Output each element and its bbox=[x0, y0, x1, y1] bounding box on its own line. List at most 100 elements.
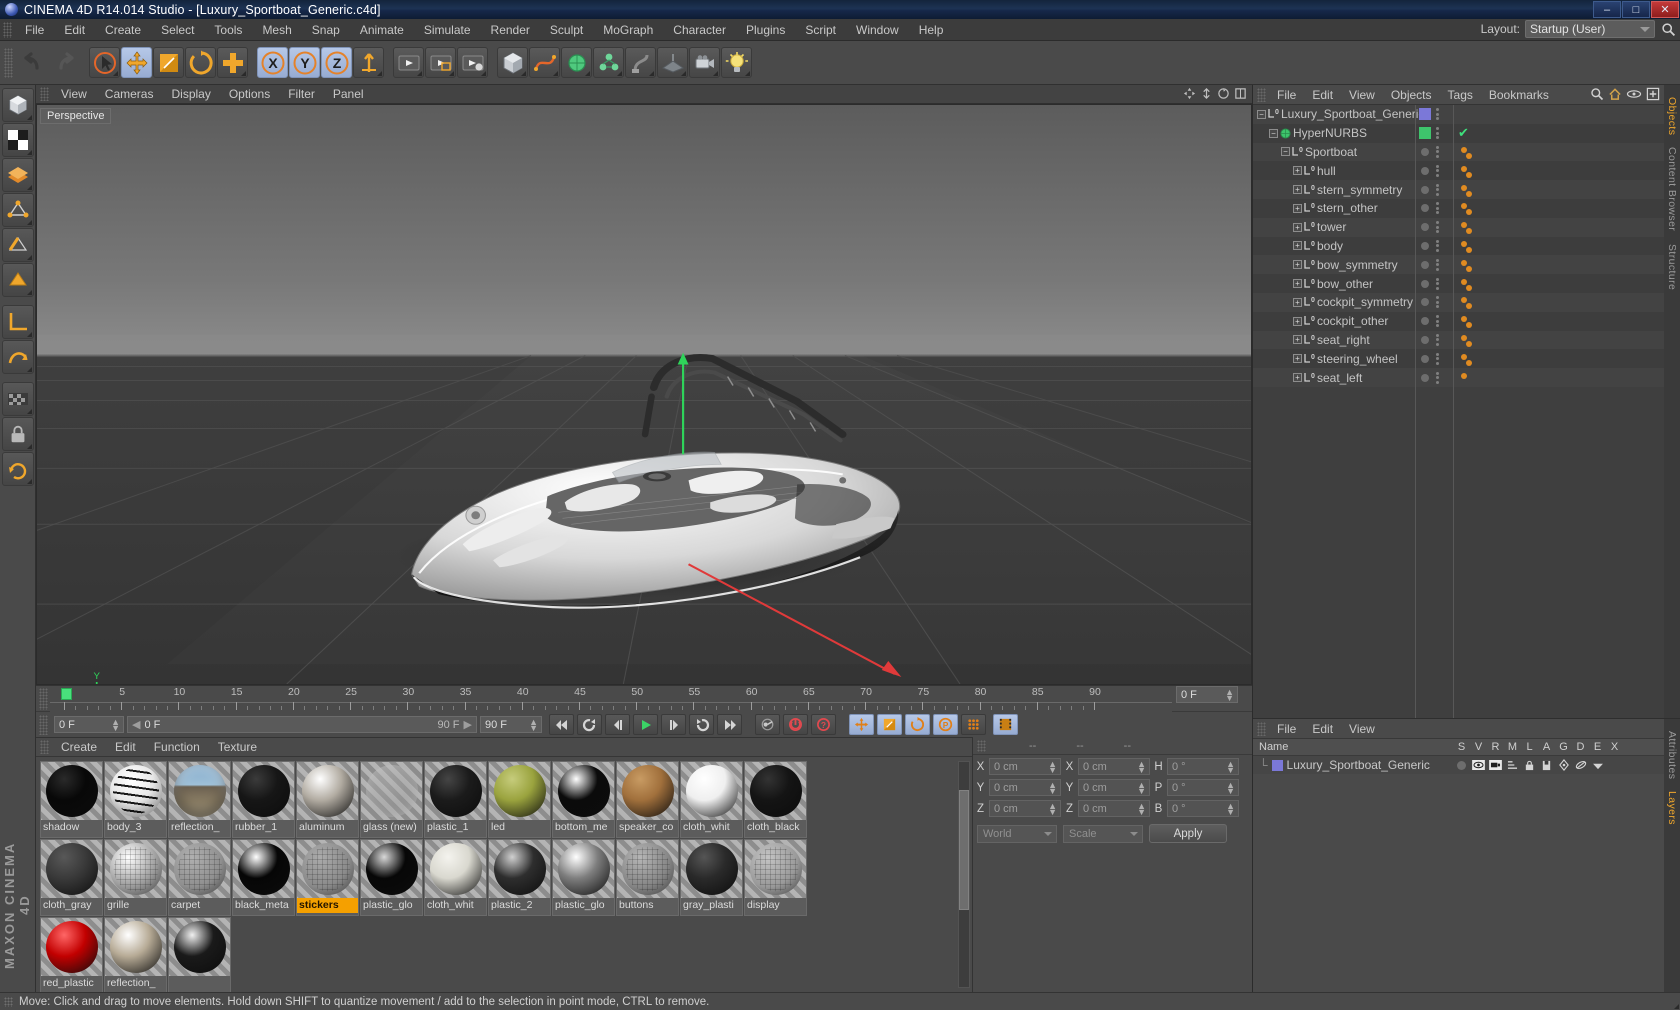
object-row[interactable]: + 0 hull bbox=[1253, 161, 1664, 181]
add-bend-button[interactable] bbox=[625, 47, 656, 78]
material-preview[interactable] bbox=[617, 840, 678, 898]
viewport-menu-display[interactable]: Display bbox=[162, 85, 219, 104]
size-field[interactable]: 0 cm ▲ ▼ bbox=[1078, 758, 1150, 775]
home-icon[interactable] bbox=[1608, 87, 1622, 101]
material-item[interactable]: cloth_whit bbox=[424, 839, 487, 916]
object-tags[interactable] bbox=[1461, 218, 1477, 236]
material-preview[interactable] bbox=[681, 762, 742, 820]
material-item[interactable]: bottom_me bbox=[552, 761, 615, 838]
rotation-field[interactable]: 0 ° ▲ ▼ bbox=[1167, 779, 1239, 796]
move-tool[interactable] bbox=[121, 47, 152, 78]
material-item[interactable]: plastic_2 bbox=[488, 839, 551, 916]
quantize-button[interactable] bbox=[2, 452, 34, 486]
viewport-solo-button[interactable] bbox=[2, 382, 34, 416]
x-axis-lock-button[interactable]: X bbox=[257, 47, 288, 78]
add-light-button[interactable] bbox=[721, 47, 752, 78]
material-tag-icon[interactable] bbox=[1466, 340, 1472, 347]
material-tag-icon[interactable] bbox=[1461, 372, 1467, 379]
step-back-button[interactable] bbox=[605, 714, 630, 735]
material-tag-icon[interactable] bbox=[1466, 322, 1472, 329]
object-dot-column[interactable] bbox=[1436, 296, 1439, 309]
object-row[interactable]: − 0 Sportboat bbox=[1253, 142, 1664, 162]
object-menu-grip[interactable] bbox=[1257, 87, 1266, 102]
material-preview[interactable] bbox=[553, 762, 614, 820]
viewport-menu-view[interactable]: View bbox=[52, 85, 96, 104]
object-tags[interactable] bbox=[1461, 199, 1477, 217]
object-enabled-checkmark[interactable]: ✔ bbox=[1458, 126, 1469, 139]
material-preview[interactable] bbox=[745, 762, 806, 820]
live-selection-tool[interactable] bbox=[89, 47, 120, 78]
tree-expander[interactable]: + bbox=[1293, 335, 1302, 345]
record-active-objects-button[interactable] bbox=[755, 714, 780, 735]
object-visibility-dot[interactable] bbox=[1421, 241, 1429, 250]
spinner-icon[interactable]: ▲ ▼ bbox=[1225, 688, 1234, 703]
tab-objects[interactable]: Objects bbox=[1665, 91, 1679, 141]
material-item[interactable]: carpet bbox=[168, 839, 231, 916]
material-item[interactable]: rubber_1 bbox=[232, 761, 295, 838]
object-dot-column[interactable] bbox=[1436, 333, 1439, 346]
object-tags[interactable] bbox=[1461, 181, 1477, 199]
menu-window[interactable]: Window bbox=[846, 19, 909, 41]
material-item[interactable]: plastic_glo bbox=[552, 839, 615, 916]
material-tag-icon[interactable] bbox=[1461, 316, 1467, 323]
add-tool-button[interactable] bbox=[217, 47, 248, 78]
object-dot-column[interactable] bbox=[1436, 352, 1439, 365]
coordinates-grip[interactable] bbox=[977, 739, 986, 752]
size-field[interactable]: 0 cm ▲ ▼ bbox=[1078, 779, 1150, 796]
texture-mode-button[interactable] bbox=[2, 123, 34, 157]
tree-expander[interactable]: + bbox=[1293, 373, 1302, 383]
frame-spinner-icon[interactable]: ▲ ▼ bbox=[111, 718, 120, 733]
layer-color-swatch[interactable] bbox=[1271, 759, 1283, 771]
menu-character[interactable]: Character bbox=[663, 19, 736, 41]
size-field[interactable]: 0 cm ▲ ▼ bbox=[1078, 800, 1150, 817]
object-dot-column[interactable] bbox=[1436, 239, 1439, 252]
menu-script[interactable]: Script bbox=[795, 19, 846, 41]
material-tag-icon[interactable] bbox=[1466, 265, 1472, 272]
material-preview[interactable] bbox=[105, 918, 166, 976]
workplane-button[interactable] bbox=[2, 305, 34, 339]
material-preview[interactable] bbox=[361, 840, 422, 898]
object-visibility-dot[interactable] bbox=[1421, 204, 1429, 213]
viewport-menu-panel[interactable]: Panel bbox=[324, 85, 373, 104]
object-tags[interactable] bbox=[1461, 312, 1477, 330]
tree-expander[interactable]: + bbox=[1293, 166, 1302, 176]
add-hypernurbs-button[interactable] bbox=[561, 47, 592, 78]
tree-expander[interactable]: + bbox=[1293, 222, 1302, 232]
position-field[interactable]: 0 cm ▲ ▼ bbox=[989, 758, 1061, 775]
object-visibility-dot[interactable] bbox=[1421, 354, 1429, 363]
scale-key-button[interactable] bbox=[877, 714, 902, 735]
layout-select[interactable]: Startup (User) bbox=[1525, 20, 1655, 38]
object-row[interactable]: − 0 Luxury_Sportboat_Generic bbox=[1253, 105, 1664, 124]
render-settings-button[interactable] bbox=[457, 47, 488, 78]
menu-mesh[interactable]: Mesh bbox=[252, 19, 301, 41]
material-scroll-thumb[interactable] bbox=[959, 790, 969, 910]
menu-select[interactable]: Select bbox=[151, 19, 204, 41]
playbar-grip[interactable] bbox=[39, 714, 48, 735]
object-dot-column[interactable] bbox=[1436, 371, 1439, 384]
object-visibility-dot[interactable] bbox=[1421, 260, 1429, 269]
material-menu-grip[interactable] bbox=[40, 740, 49, 754]
object-tags[interactable] bbox=[1461, 237, 1477, 255]
object-row[interactable]: + 0 steering_wheel bbox=[1253, 349, 1664, 369]
menu-plugins[interactable]: Plugins bbox=[736, 19, 795, 41]
menu-snap[interactable]: Snap bbox=[302, 19, 350, 41]
lock-icon-button[interactable] bbox=[2, 417, 34, 451]
solo-toggle[interactable] bbox=[1453, 760, 1470, 770]
timeline-button[interactable] bbox=[993, 714, 1018, 735]
material-tag-icon[interactable] bbox=[1461, 259, 1467, 266]
material-grid[interactable]: shadow body_3 reflection_ rubber_1 alumi… bbox=[36, 757, 972, 992]
material-item[interactable]: speaker_co bbox=[616, 761, 679, 838]
material-menu-edit[interactable]: Edit bbox=[106, 738, 145, 757]
layer-menu-grip[interactable] bbox=[1257, 721, 1266, 736]
zoom-viewport-icon[interactable] bbox=[1200, 87, 1213, 100]
manager-toggle[interactable] bbox=[1504, 760, 1521, 770]
redo-button[interactable] bbox=[49, 47, 80, 78]
object-visibility-dot[interactable] bbox=[1421, 185, 1429, 194]
timeline-ruler[interactable]: 051015202530354045505560657075808590 bbox=[50, 686, 1172, 712]
viewport-menu-grip[interactable] bbox=[40, 87, 49, 101]
spinner-icon[interactable]: ▲ ▼ bbox=[1226, 802, 1235, 817]
add-array-button[interactable] bbox=[593, 47, 624, 78]
material-item[interactable]: cloth_whit bbox=[680, 761, 743, 838]
menu-tools[interactable]: Tools bbox=[204, 19, 252, 41]
object-dot-column[interactable] bbox=[1436, 258, 1439, 271]
